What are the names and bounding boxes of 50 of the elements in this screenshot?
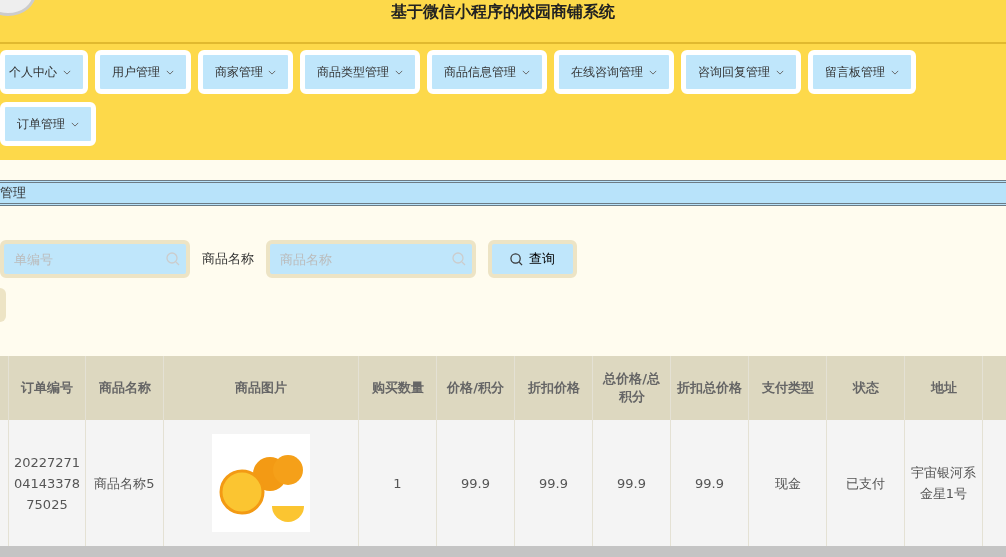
chevron-down-icon (62, 69, 71, 75)
column-header: 商品名称 (98, 379, 151, 397)
chevron-down-icon (775, 69, 784, 75)
menu-item[interactable]: 商品类型管理 (300, 50, 421, 94)
table-cell-text: 99.9 (539, 474, 568, 493)
site-title: 基于微信小程序的校园商铺系统 (391, 2, 615, 22)
chevron-down-icon (522, 69, 531, 75)
table-cell-text: 202272710414337875025 (13, 453, 81, 514)
breadcrumb-text: 管理 (0, 185, 26, 200)
table-cell-text: 1 (393, 474, 402, 493)
column-header: 状态 (852, 379, 879, 397)
menu-item[interactable]: 留言板管理 (807, 50, 916, 94)
table-cell-text: 现金 (774, 474, 801, 493)
menu-item[interactable]: 订单管理 (0, 102, 96, 146)
table-cell-text: 宇宙银河系金星1号 (910, 464, 977, 503)
column-header: 折扣价格 (527, 379, 580, 397)
menu-item[interactable]: 在线咨询管理 (554, 50, 674, 94)
search-field[interactable]: 单编号 (0, 240, 190, 278)
table-cell-text: 99.9 (461, 474, 490, 493)
chevron-down-icon (890, 69, 899, 75)
menu-item[interactable]: 用户管理 (94, 50, 191, 94)
chevron-down-icon (70, 121, 79, 127)
chevron-down-icon (165, 69, 174, 75)
column-header: 总价格/总积分 (601, 370, 661, 406)
menu-item[interactable]: 个人中心 (0, 50, 88, 94)
menu-item[interactable]: 商品信息管理 (427, 50, 548, 94)
chevron-down-icon (648, 69, 657, 75)
table-cell-text: 99.9 (617, 474, 646, 493)
field-label: 商品名称 (202, 250, 254, 268)
search-icon (510, 252, 523, 266)
column-header: 支付类型 (761, 379, 814, 397)
action-button[interactable] (0, 288, 6, 322)
column-header: 价格/积分 (447, 379, 504, 397)
column-header: 购买数量 (371, 379, 424, 397)
table-cell-text: 已支付 (846, 474, 885, 493)
menu-item[interactable]: 商家管理 (197, 50, 294, 94)
search-button[interactable]: 查询 (488, 240, 577, 278)
column-header: 地址 (930, 379, 957, 397)
search-icon (452, 252, 466, 266)
menu-item[interactable]: 咨询回复管理 (680, 50, 801, 94)
horizontal-scrollbar[interactable] (0, 546, 1006, 557)
table-cell-text: 99.9 (695, 474, 724, 493)
search-icon (166, 252, 180, 266)
chevron-down-icon (395, 69, 404, 75)
column-header: 商品图片 (235, 379, 287, 397)
column-header: 订单编号 (21, 379, 73, 397)
search-field[interactable]: 商品名称 (266, 240, 476, 278)
chevron-down-icon (268, 69, 277, 75)
table-cell-text: 商品名称5 (94, 474, 155, 493)
column-header: 折扣总价格 (677, 379, 742, 397)
